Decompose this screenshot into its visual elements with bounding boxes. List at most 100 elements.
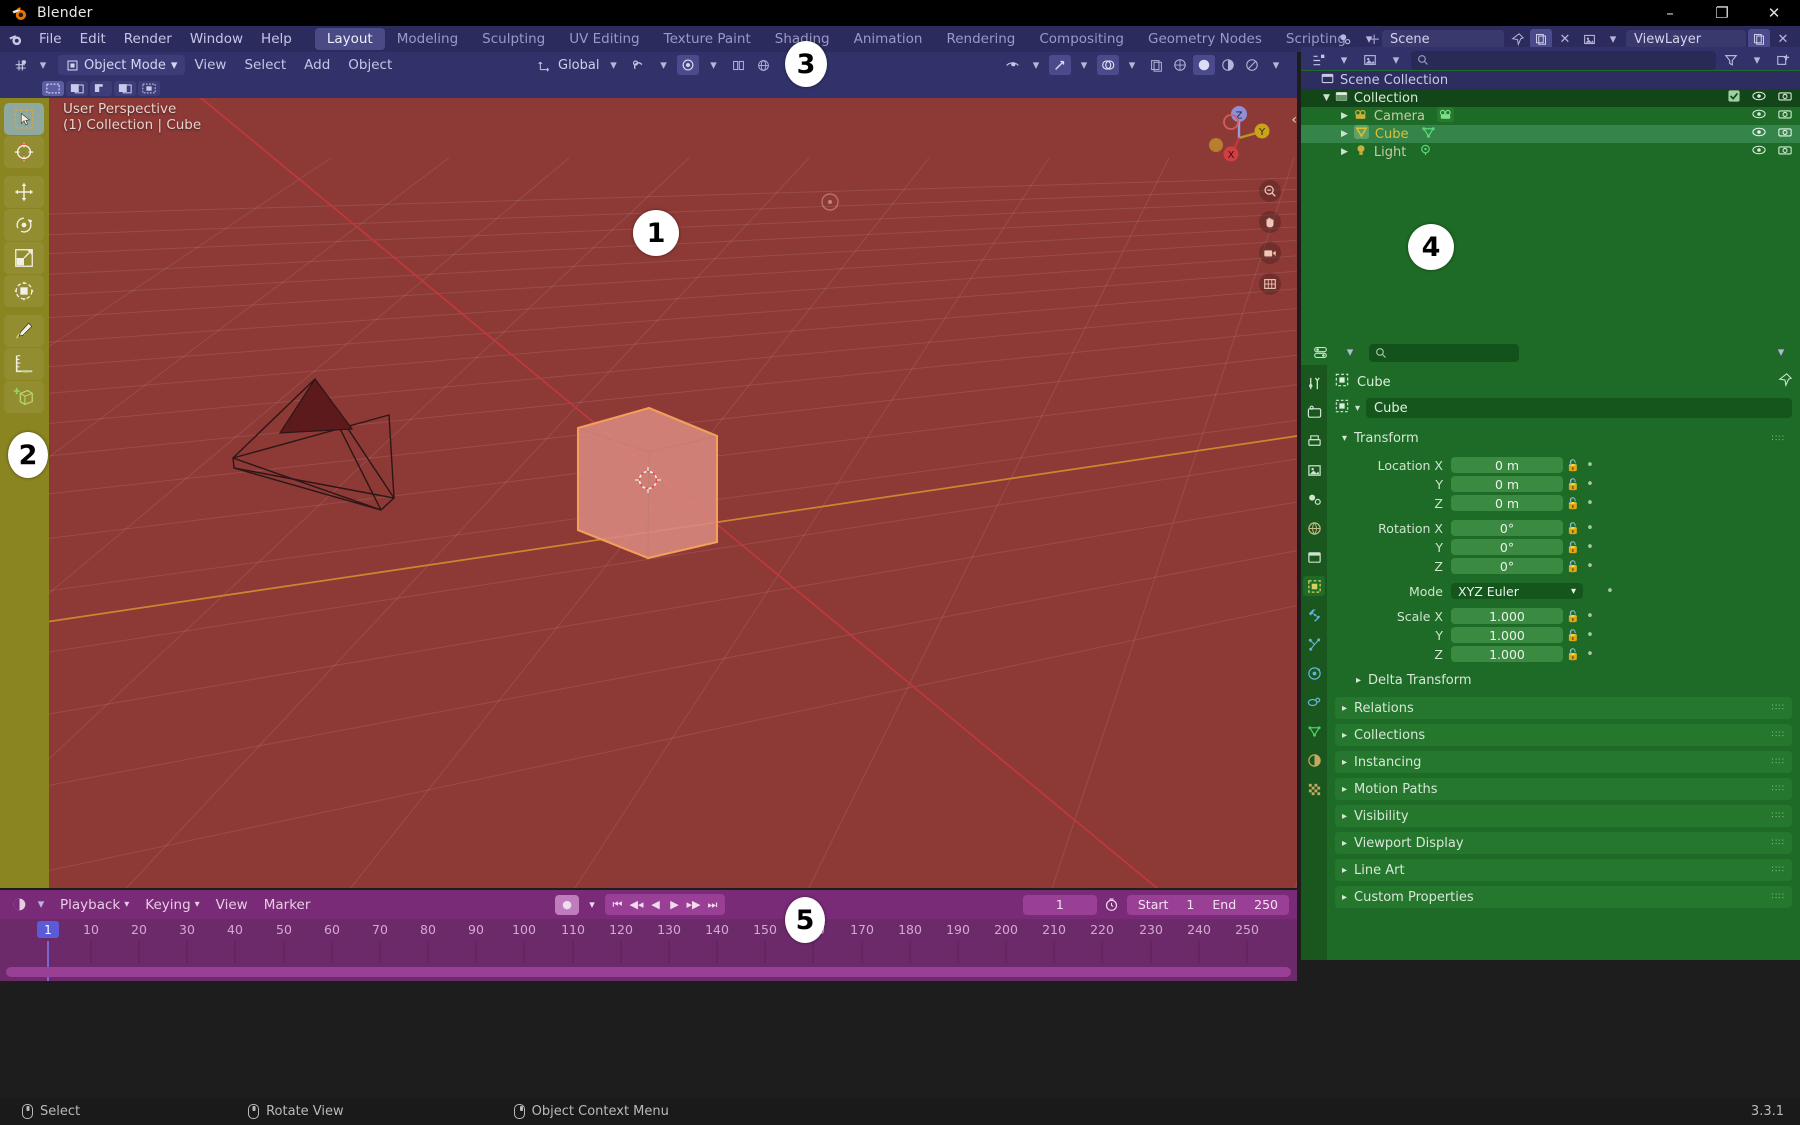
animate-rotation-y-icon[interactable]: • — [1583, 540, 1597, 555]
end-frame-value[interactable]: 250 — [1245, 897, 1287, 912]
tab-layout[interactable]: Layout — [314, 28, 385, 50]
outliner-editor-chevron-icon[interactable]: ▾ — [1333, 50, 1355, 70]
tab-view-layer-properties[interactable] — [1303, 460, 1325, 480]
collection-checkbox[interactable] — [1728, 90, 1740, 106]
timeline-playhead[interactable]: 1 — [37, 921, 59, 938]
outliner-row-collection[interactable]: ▼ Collection — [1301, 89, 1800, 107]
light-visibility-eye-icon[interactable] — [1752, 144, 1766, 160]
navigation-gizmo[interactable]: Z Y X — [1205, 104, 1273, 172]
animate-rotation-mode-icon[interactable]: • — [1603, 584, 1617, 599]
tab-texture-properties[interactable] — [1303, 779, 1325, 799]
value-location-z[interactable]: 0 m — [1451, 495, 1563, 511]
select-intersect-icon[interactable] — [138, 80, 160, 96]
object-data-browse-icon[interactable] — [1335, 399, 1349, 417]
lock-rotation-y-icon[interactable]: 🔓 — [1563, 541, 1583, 554]
cube-visibility-eye-icon[interactable] — [1752, 126, 1766, 142]
gizmo-chevron-icon[interactable]: ▾ — [1073, 55, 1095, 75]
tab-collection-properties[interactable] — [1303, 547, 1325, 567]
current-frame-input[interactable]: 1 — [1022, 894, 1097, 915]
value-scale-y[interactable]: 1.000 — [1451, 627, 1563, 643]
collection-render-camera-icon[interactable] — [1778, 90, 1792, 106]
viewport-menu-add[interactable]: Add — [295, 52, 339, 78]
visibility-chevron-icon[interactable]: ▾ — [1025, 55, 1047, 75]
move-view-hand-icon[interactable] — [1259, 211, 1281, 233]
value-rotation-y[interactable]: 0° — [1451, 539, 1563, 555]
shading-solid-icon[interactable] — [1193, 55, 1215, 75]
timeline-body[interactable] — [0, 941, 1297, 981]
light-render-camera-icon[interactable] — [1778, 144, 1792, 160]
scene-browse-icon[interactable] — [1334, 29, 1356, 49]
jump-next-keyframe-icon[interactable]: ▸▶ — [684, 895, 703, 914]
value-scale-x[interactable]: 1.000 — [1451, 608, 1563, 624]
delta-transform-panel-header[interactable]: ▸ Delta Transform — [1349, 669, 1792, 692]
animate-scale-x-icon[interactable]: • — [1583, 609, 1597, 624]
mirror-sphere-icon[interactable] — [752, 55, 774, 75]
properties-search-input[interactable] — [1369, 343, 1519, 362]
tab-object-constraint-properties[interactable] — [1303, 692, 1325, 712]
outliner-row-camera[interactable]: ▶ Camera — [1301, 106, 1800, 126]
tab-particle-properties[interactable] — [1303, 634, 1325, 654]
tab-rendering[interactable]: Rendering — [934, 28, 1027, 50]
tab-modeling[interactable]: Modeling — [385, 28, 470, 50]
viewport-menu-view[interactable]: View — [185, 52, 235, 78]
animate-scale-y-icon[interactable]: • — [1583, 628, 1597, 643]
outliner-scene-collection-row[interactable]: Scene Collection — [1301, 71, 1800, 89]
blender-menu-icon[interactable] — [0, 32, 30, 47]
timeline-menu-marker[interactable]: Marker — [256, 897, 319, 913]
jump-to-start-icon[interactable]: ⏮ — [608, 895, 627, 914]
panel-instancing[interactable]: ▸ Instancing ∷∷ — [1335, 751, 1792, 773]
tab-compositing[interactable]: Compositing — [1027, 28, 1136, 50]
viewlayer-chevron-down-icon[interactable]: ▾ — [1602, 29, 1624, 49]
proportional-edit-icon[interactable] — [677, 55, 700, 75]
light-data-icon[interactable] — [1418, 143, 1433, 161]
camera-disclosure-triangle-icon[interactable]: ▶ — [1341, 111, 1348, 121]
orientation-axis-icon[interactable] — [533, 55, 555, 75]
panel-visibility[interactable]: ▸ Visibility ∷∷ — [1335, 805, 1792, 827]
transform-orientation-label[interactable]: Global — [558, 58, 599, 73]
animate-rotation-x-icon[interactable]: • — [1583, 521, 1597, 536]
delete-viewlayer-icon[interactable]: ✕ — [1772, 29, 1794, 49]
animate-scale-z-icon[interactable]: • — [1583, 647, 1597, 662]
start-frame-value[interactable]: 1 — [1177, 897, 1203, 912]
add-cube-tool[interactable] — [4, 381, 44, 413]
play-icon[interactable]: ▶ — [665, 895, 684, 914]
lock-location-x-icon[interactable]: 🔓 — [1563, 459, 1583, 472]
transform-tool[interactable] — [4, 275, 44, 307]
light-disclosure-triangle-icon[interactable]: ▶ — [1341, 147, 1348, 157]
tab-object-data-properties[interactable] — [1303, 721, 1325, 741]
camera-data-icon[interactable] — [1437, 106, 1454, 126]
lock-scale-y-icon[interactable]: 🔓 — [1563, 629, 1583, 642]
value-location-y[interactable]: 0 m — [1451, 476, 1563, 492]
scale-tool[interactable] — [4, 242, 44, 274]
jump-prev-keyframe-icon[interactable]: ◀◂ — [627, 895, 646, 914]
new-viewlayer-icon[interactable] — [1748, 29, 1770, 49]
panel-custom-properties[interactable]: ▸ Custom Properties ∷∷ — [1335, 886, 1792, 908]
object-mode-selector[interactable]: Object Mode ▾ — [58, 55, 186, 75]
timeline-editor-type-icon[interactable] — [8, 895, 30, 915]
mesh-data-icon[interactable] — [1421, 125, 1436, 143]
scene-chevron-down-icon[interactable]: ▾ — [1358, 29, 1380, 49]
value-rotation-x[interactable]: 0° — [1451, 520, 1563, 536]
editor-type-icon[interactable] — [10, 55, 32, 75]
outliner-new-collection-icon[interactable] — [1772, 50, 1794, 70]
shading-rendered-icon[interactable] — [1241, 55, 1263, 75]
object-browse-chevron-icon[interactable]: ▾ — [1355, 403, 1360, 414]
orientation-chevron-down-icon[interactable]: ▾ — [602, 55, 624, 75]
panel-line-art[interactable]: ▸ Line Art ∷∷ — [1335, 859, 1792, 881]
camera-render-camera-icon[interactable] — [1778, 108, 1792, 124]
toggle-orthographic-icon[interactable] — [1259, 273, 1281, 295]
tab-sculpting[interactable]: Sculpting — [470, 28, 557, 50]
shading-chevron-icon[interactable]: ▾ — [1265, 55, 1287, 75]
mirror-x-icon[interactable] — [727, 55, 749, 75]
camera-view-icon[interactable] — [1259, 242, 1281, 264]
menu-window[interactable]: Window — [181, 26, 252, 52]
overlays-chevron-icon[interactable]: ▾ — [1121, 55, 1143, 75]
collection-disclosure-triangle-icon[interactable]: ▼ — [1323, 93, 1330, 103]
tab-scene-properties[interactable] — [1303, 489, 1325, 509]
panel-relations[interactable]: ▸ Relations ∷∷ — [1335, 697, 1792, 719]
select-invert-icon[interactable] — [114, 80, 136, 96]
pin-scene-icon[interactable] — [1506, 29, 1528, 49]
zoom-view-icon[interactable] — [1259, 180, 1281, 202]
outliner-row-light[interactable]: ▶ Light — [1301, 143, 1800, 161]
menu-render[interactable]: Render — [115, 26, 181, 52]
